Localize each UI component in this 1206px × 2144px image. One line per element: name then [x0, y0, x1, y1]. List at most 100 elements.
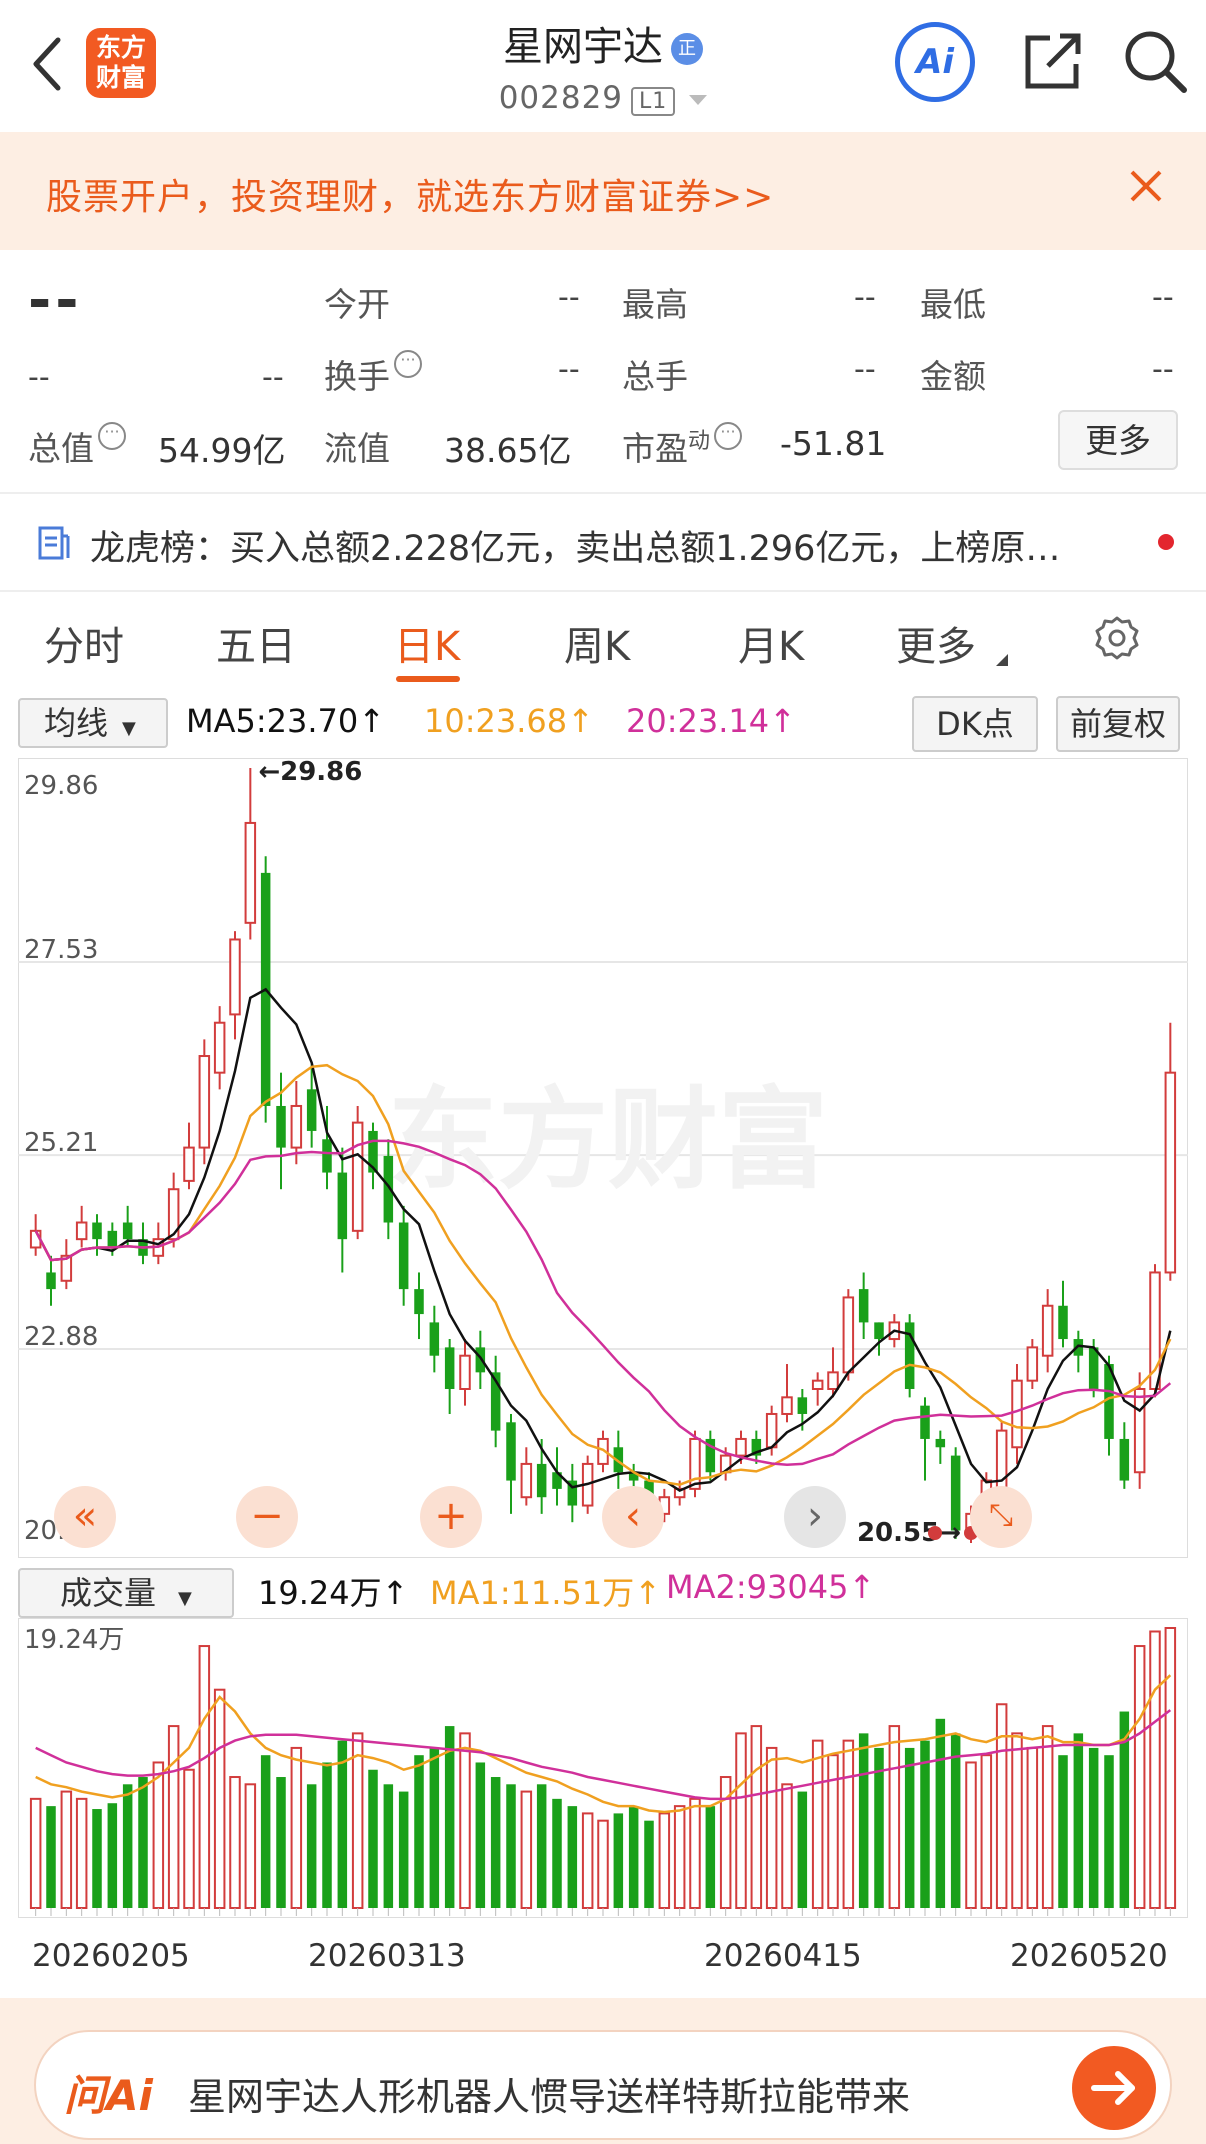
- candle-body-up: [781, 1396, 793, 1415]
- volume-bar-up: [60, 1790, 73, 1909]
- ask-ai-prompt[interactable]: 星网宇达人形机器人惯导送样特斯拉能带来: [188, 2066, 1008, 2121]
- info-icon[interactable]: ···: [394, 350, 422, 378]
- candle-body-down: [46, 1272, 56, 1290]
- volume-chart[interactable]: 19.24万: [18, 1618, 1188, 1918]
- promo-text[interactable]: 股票开户，投资理财，就选东方财富证券>>: [46, 168, 774, 220]
- y-tick-label: 25.21: [24, 1128, 98, 1158]
- chevron-down-icon[interactable]: [689, 94, 708, 105]
- turnover-label: 换手 ···: [324, 350, 422, 398]
- tab-active-indicator: [396, 676, 460, 682]
- candle-body-down: [1119, 1438, 1130, 1481]
- candle-body-down: [858, 1289, 869, 1323]
- ma5-value: MA5:23.70: [186, 702, 359, 740]
- ma5-label: MA5:23.70↑: [186, 702, 385, 740]
- volume-label: 19.24万↑: [258, 1568, 408, 1614]
- candle-body-up: [520, 1462, 533, 1499]
- volume-bar-down: [490, 1777, 501, 1908]
- tab-minute[interactable]: 分时: [44, 614, 124, 672]
- indicator-select[interactable]: 均线 ▼: [18, 698, 168, 748]
- candle-body-up: [1026, 1346, 1039, 1382]
- candle-body-up: [811, 1379, 824, 1390]
- share-icon[interactable]: [1020, 28, 1086, 94]
- volume-bar-up: [213, 1688, 226, 1909]
- scroll-left-far-button[interactable]: «: [54, 1486, 116, 1548]
- candle-body-up: [244, 821, 257, 924]
- y-tick-label: 29.86: [24, 771, 98, 801]
- volume-bar-up: [1133, 1645, 1146, 1909]
- max-price-marker: ←29.86: [258, 758, 362, 787]
- up-arrow-icon: ↑: [769, 702, 796, 740]
- volume-indicator-select[interactable]: 成交量 ▼: [18, 1568, 234, 1618]
- volume-bar-down: [92, 1809, 102, 1908]
- more-button[interactable]: 更多: [1058, 410, 1178, 470]
- volume-ma2-value: MA2:93045: [666, 1568, 849, 1606]
- tab-monthly-k[interactable]: 月K: [738, 614, 804, 672]
- volume-bar-up: [842, 1739, 855, 1909]
- candlestick-chart[interactable]: 东方财富 29.8627.5325.2122.8820.55 ←29.8620.…: [18, 758, 1188, 1558]
- zoom-out-button[interactable]: −: [236, 1486, 298, 1548]
- volume-bar-down: [950, 1733, 961, 1908]
- volume-bar-up: [183, 1768, 195, 1909]
- tab-daily-k[interactable]: 日K: [394, 614, 460, 672]
- volume-bar-down: [398, 1791, 409, 1908]
- close-icon[interactable]: [1126, 166, 1166, 206]
- gear-icon[interactable]: [1093, 614, 1141, 662]
- min-price-marker: 20.55→: [857, 1518, 961, 1548]
- volume-bar-down: [107, 1803, 118, 1908]
- volume-bar-down: [1058, 1755, 1068, 1908]
- candle-body-down: [398, 1222, 409, 1290]
- pe-label: 市盈动 ···: [622, 422, 743, 470]
- volume-ma1-value: MA1:11.51万: [430, 1574, 635, 1612]
- up-arrow-icon: ↑: [848, 1568, 876, 1606]
- candle-body-up: [842, 1296, 855, 1374]
- volume-bar-up: [811, 1739, 824, 1909]
- indicator-select-label: 均线: [44, 704, 109, 742]
- mktcap-label: 总值 ···: [28, 422, 126, 470]
- scroll-left-button[interactable]: ‹: [602, 1486, 664, 1548]
- volume-bar-down: [1073, 1733, 1084, 1908]
- volume-bar-down: [506, 1784, 516, 1908]
- volume-bar-up: [351, 1732, 364, 1909]
- up-arrow-icon: ↑: [381, 1574, 409, 1612]
- search-icon[interactable]: [1120, 26, 1190, 96]
- volume-bar-up: [735, 1732, 747, 1909]
- candle-body-up: [1041, 1304, 1054, 1357]
- volume-bar-up: [980, 1754, 993, 1909]
- fullscreen-button[interactable]: ⤡: [970, 1486, 1032, 1548]
- tab-five-day[interactable]: 五日: [216, 614, 296, 672]
- tab-more[interactable]: 更多: [896, 614, 976, 672]
- volume-bar-down: [46, 1806, 56, 1908]
- info-icon[interactable]: ···: [98, 422, 126, 450]
- candle-body-up: [459, 1354, 471, 1390]
- candle-body-up: [198, 1055, 211, 1149]
- volume-bar-down: [613, 1813, 624, 1908]
- dk-point-button[interactable]: DK点: [912, 696, 1038, 752]
- volume-bar-down: [337, 1740, 348, 1908]
- volume-bar-up: [290, 1746, 303, 1909]
- info-icon[interactable]: ···: [714, 422, 743, 450]
- volume-bar-down: [306, 1784, 317, 1908]
- candle-body-up: [735, 1437, 747, 1457]
- caret-icon: [996, 654, 1008, 666]
- candle-body-down: [475, 1347, 486, 1373]
- stock-name: 星网宇达: [503, 24, 663, 70]
- badge-icon: 正: [671, 33, 703, 65]
- adjust-button[interactable]: 前复权: [1056, 696, 1180, 752]
- dk-point-label: DK点: [936, 705, 1014, 743]
- volume-bar-up: [750, 1725, 763, 1910]
- unread-dot: [1158, 534, 1174, 550]
- news-text[interactable]: 龙虎榜：买入总额2.228亿元，卖出总额1.296亿元，上榜原…: [90, 520, 1140, 571]
- scroll-right-button[interactable]: ›: [784, 1486, 846, 1548]
- send-arrow-icon[interactable]: [1072, 2046, 1156, 2130]
- zoom-in-button[interactable]: +: [420, 1486, 482, 1548]
- y-tick-label: 27.53: [24, 935, 98, 965]
- candle-body-up: [827, 1371, 839, 1390]
- promo-banner[interactable]: 股票开户，投资理财，就选东方财富证券>>: [0, 132, 1206, 250]
- tab-weekly-k[interactable]: 周K: [564, 614, 630, 672]
- volume-bar-down: [276, 1777, 286, 1908]
- volume-bar-down: [260, 1755, 271, 1908]
- volume-bar-up: [459, 1732, 471, 1909]
- volume-bar-down: [935, 1718, 946, 1908]
- ai-button[interactable]: Ai: [895, 22, 975, 102]
- candle-body-down: [444, 1347, 455, 1389]
